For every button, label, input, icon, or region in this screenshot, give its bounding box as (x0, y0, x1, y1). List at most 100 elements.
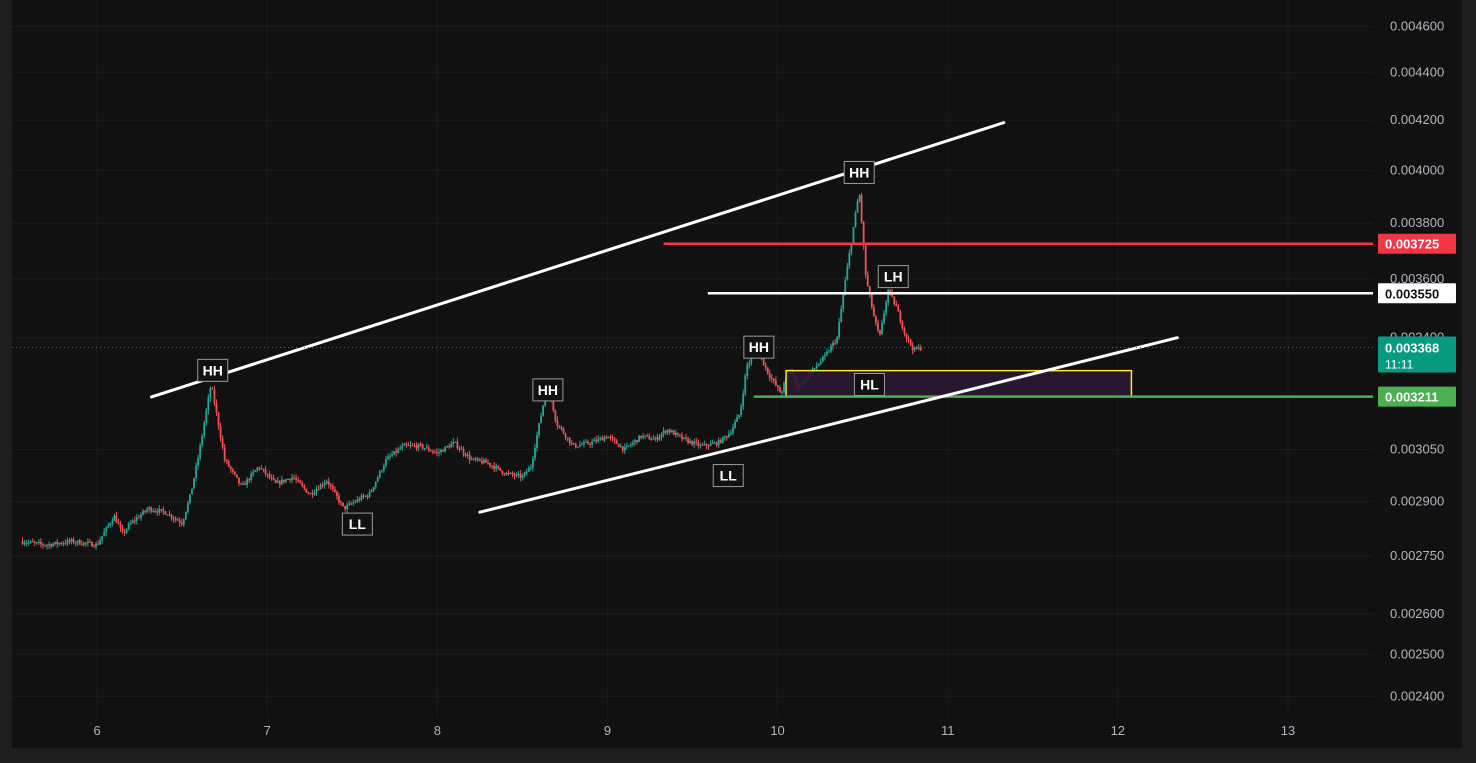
candle-body (838, 321, 841, 338)
candle-body (848, 253, 851, 267)
candle-body (907, 338, 910, 340)
candle-body (846, 266, 849, 281)
candle-body (893, 296, 896, 305)
candle-body (858, 195, 861, 202)
candle-body (472, 458, 475, 460)
candle-body (738, 414, 741, 418)
candle-body (154, 511, 157, 513)
candle-body (813, 368, 816, 370)
candle-body (164, 511, 167, 515)
candle-body (33, 542, 36, 544)
candle-body (819, 361, 822, 364)
y-axis-tick-label: 0.004000 (1390, 162, 1444, 177)
candle-body (319, 484, 322, 490)
candle-body (93, 546, 95, 548)
candle-body (142, 510, 144, 515)
candle-body (350, 503, 353, 505)
y-axis-tick-label: 0.002750 (1390, 548, 1444, 563)
candle-body (252, 471, 255, 474)
candle-body (464, 453, 467, 456)
pattern-label: LH (884, 269, 903, 285)
candle-body (746, 364, 749, 376)
candle-body (440, 450, 442, 453)
candle-body (217, 412, 220, 427)
candle-body (60, 543, 63, 545)
candle-body (144, 510, 146, 512)
candle-body (587, 441, 589, 444)
candle-body (615, 440, 618, 444)
candle-body (879, 330, 881, 335)
candle-body (256, 467, 259, 471)
candle-body (58, 543, 61, 545)
candle-body (84, 542, 87, 544)
candle-body (25, 542, 28, 544)
candle-body (103, 531, 106, 537)
candle-body (683, 437, 685, 439)
price-chart[interactable]: HH LL HH LL HH HH LH HL 0.004600 0.004400 0.004200… (12, 0, 1462, 748)
candle-body (321, 484, 324, 486)
candle-body (327, 481, 330, 485)
candle-body (62, 543, 65, 545)
candle-body (405, 444, 408, 446)
candle-body (442, 450, 444, 452)
candle-body (648, 435, 651, 440)
candle-body (854, 212, 857, 228)
last-price-label: 0.003368 (1385, 340, 1439, 355)
candle-body (744, 375, 747, 394)
x-axis-tick-label: 12 (1111, 723, 1125, 738)
candle-body (734, 421, 736, 428)
candle-body (172, 517, 175, 519)
x-axis-tick-label: 8 (434, 723, 441, 738)
candle-body (293, 477, 295, 479)
candle-body (333, 488, 336, 492)
candle-body (391, 454, 393, 457)
candle-body (323, 483, 326, 486)
candle-body (236, 474, 238, 478)
candle-body (125, 529, 128, 533)
candle-body (540, 415, 542, 424)
candle-body (160, 509, 163, 511)
candle-body (872, 307, 875, 317)
candle-body (864, 245, 867, 275)
candle-body (719, 440, 722, 443)
candle-body (654, 437, 657, 439)
candle-body (660, 433, 663, 437)
candle-body (127, 524, 130, 530)
candle-body (346, 505, 349, 510)
candle-body (387, 456, 389, 460)
candle-body (521, 475, 524, 478)
candle-body (425, 447, 428, 449)
candle-body (72, 539, 75, 543)
candle-body (877, 322, 879, 331)
candle-body (184, 511, 187, 519)
price-tag-label: 0.003550 (1385, 286, 1439, 301)
candle-body (352, 502, 355, 504)
candle-body (536, 435, 538, 448)
candle-body (707, 445, 710, 447)
candle-body (644, 435, 647, 437)
candle-body (823, 354, 826, 357)
candle-body (458, 448, 461, 450)
candle-body (223, 447, 226, 461)
candle-body (170, 514, 173, 518)
candle-body (434, 451, 436, 453)
candle-body (366, 495, 369, 497)
candle-body (411, 445, 414, 447)
trendline[interactable] (478, 336, 1179, 514)
candle-body (152, 511, 155, 513)
candle-body (783, 382, 785, 392)
pattern-label: HL (860, 376, 879, 392)
pattern-label: HH (538, 382, 558, 398)
x-axis-tick-label: 10 (770, 723, 784, 738)
candle-body (70, 539, 73, 542)
candle-body (86, 541, 89, 543)
candle-body (135, 517, 138, 521)
candle-body (474, 458, 477, 460)
trendline[interactable] (150, 121, 1006, 399)
candle-body (562, 428, 565, 434)
candle-body (762, 358, 765, 366)
candle-body (23, 543, 26, 545)
candle-body (446, 446, 449, 448)
candle-body (511, 472, 514, 475)
candle-body (527, 468, 530, 472)
